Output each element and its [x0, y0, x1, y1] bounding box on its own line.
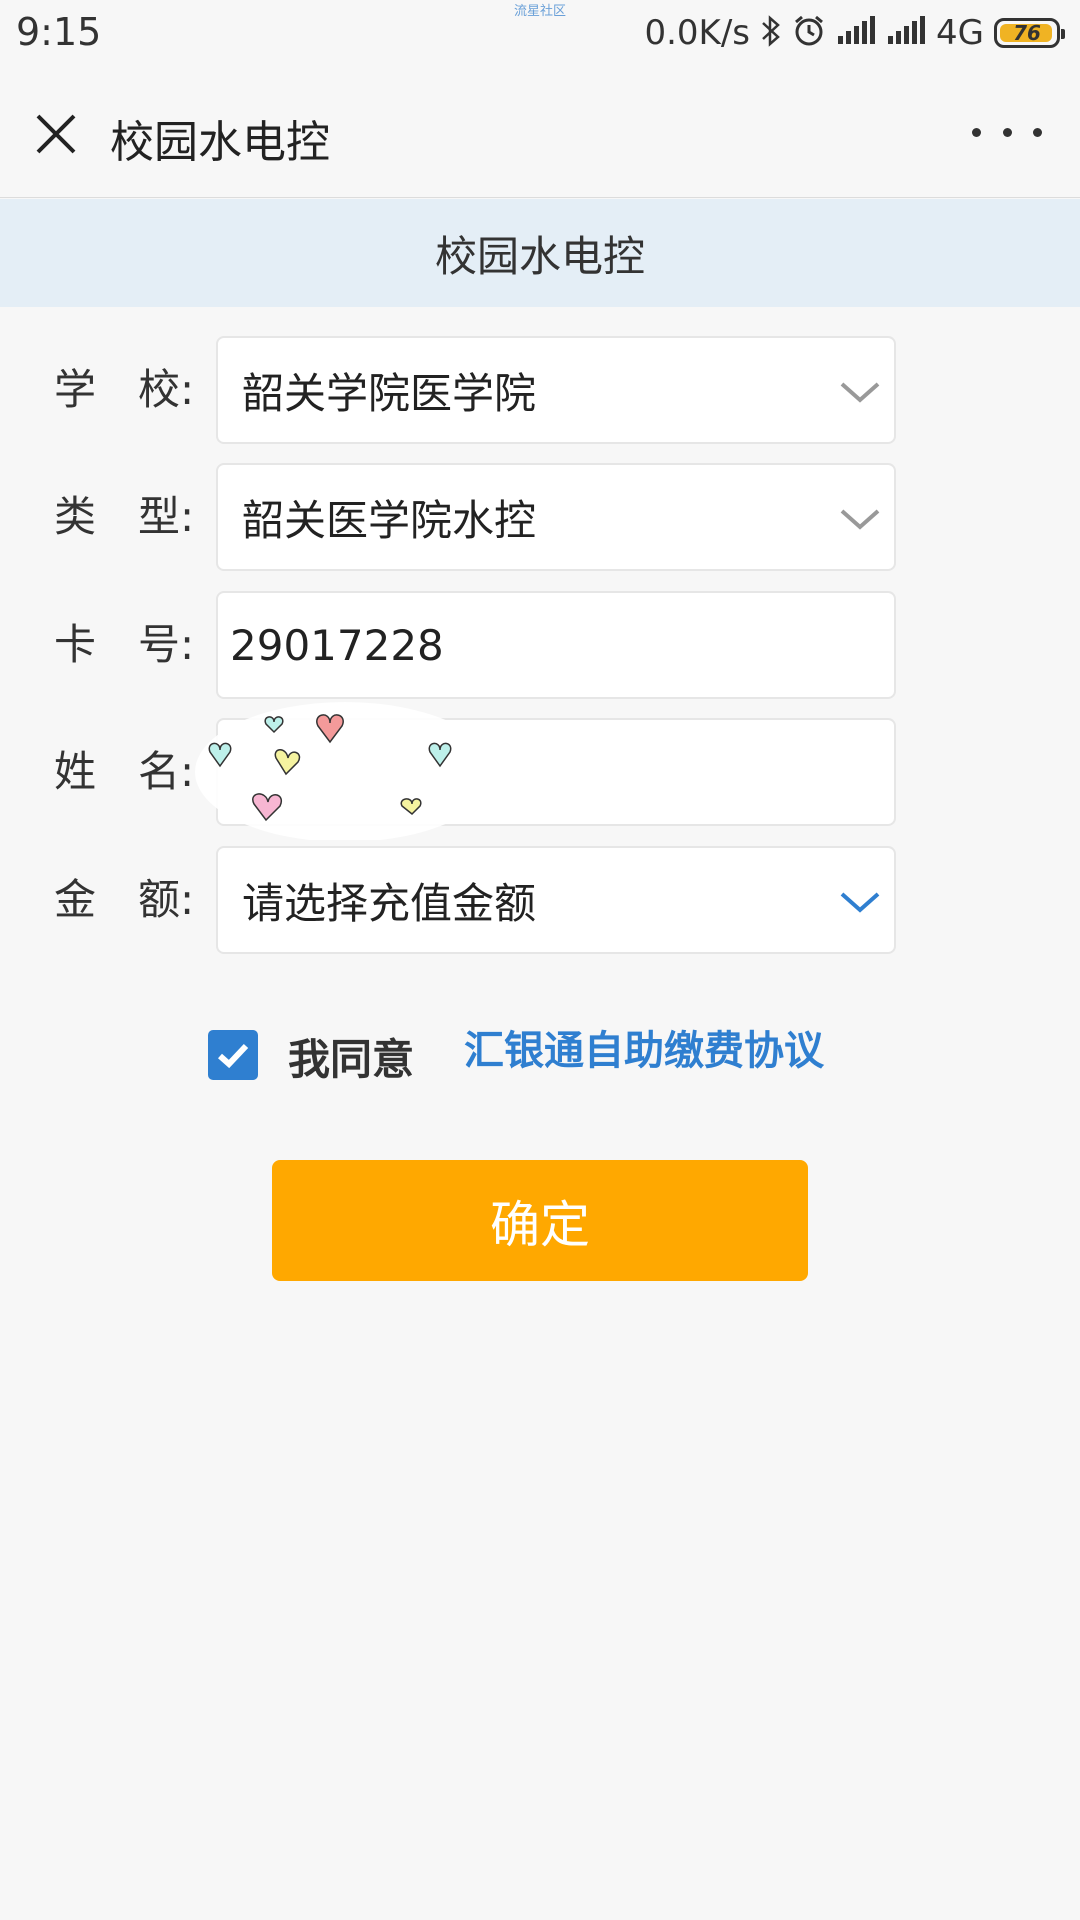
agreement-row: 我同意 汇银通自助缴费协议: [0, 1026, 1080, 1116]
card-row: 卡 号: 29017228: [0, 591, 1080, 699]
name-row: 姓 名:: [0, 718, 1080, 826]
school-row: 学 校: 韶关学院医学院: [0, 336, 1080, 444]
card-number-value: 29017228: [230, 620, 444, 670]
card-label: 卡 号:: [54, 620, 195, 669]
bluetooth-icon: [760, 13, 782, 53]
more-dot-icon: [972, 127, 981, 137]
status-time: 9:15: [16, 10, 102, 54]
app-title: 校园水电控: [110, 117, 330, 168]
alarm-icon: [792, 14, 826, 52]
amount-placeholder: 请选择充值金额: [242, 878, 537, 928]
chevron-down-icon: [840, 509, 880, 530]
agree-checkbox[interactable]: [208, 1030, 258, 1080]
battery-icon: 76: [994, 18, 1065, 48]
more-dot-icon: [1033, 127, 1042, 137]
title-bar: 校园水电控: [0, 66, 1080, 198]
school-value: 韶关学院医学院: [242, 368, 537, 418]
chevron-down-icon: [840, 892, 880, 913]
status-right-group: 0.0K/s 4G 76: [644, 10, 1065, 56]
type-select[interactable]: 韶关医学院水控: [216, 463, 896, 571]
amount-label: 金 额:: [54, 875, 195, 924]
chevron-down-icon: [840, 382, 880, 403]
more-menu-button[interactable]: [972, 112, 1042, 152]
card-number-input[interactable]: 29017228: [216, 591, 896, 699]
amount-row: 金 额: 请选择充值金额: [0, 846, 1080, 954]
signal-icon-sim2: [886, 16, 926, 50]
network-speed: 0.0K/s: [644, 13, 751, 53]
close-button[interactable]: [28, 106, 84, 162]
checkmark-icon: [218, 1043, 249, 1069]
name-label: 姓 名:: [54, 747, 195, 796]
type-row: 类 型: 韶关医学院水控: [0, 463, 1080, 571]
school-select[interactable]: 韶关学院医学院: [216, 336, 896, 444]
battery-level: 76: [1013, 21, 1041, 45]
more-dot-icon: [1002, 127, 1012, 137]
page-title: 校园水电控: [0, 199, 1080, 307]
close-icon: [36, 114, 76, 154]
agree-text: 我同意: [288, 1035, 415, 1084]
type-value: 韶关医学院水控: [242, 495, 537, 545]
privacy-hearts-overlay: [195, 702, 495, 840]
status-bar: 9:15 流星社区 0.0K/s 4G 76: [0, 0, 1080, 66]
school-label: 学 校:: [54, 365, 195, 414]
agreement-link[interactable]: 汇银通自助缴费协议: [464, 1018, 824, 1076]
watermark: 流星社区: [514, 4, 567, 19]
amount-select[interactable]: 请选择充值金额: [216, 846, 896, 954]
type-label: 类 型:: [54, 492, 195, 541]
network-type: 4G: [936, 13, 984, 53]
signal-icon-sim1: [836, 16, 876, 50]
confirm-button[interactable]: 确定: [272, 1160, 808, 1281]
